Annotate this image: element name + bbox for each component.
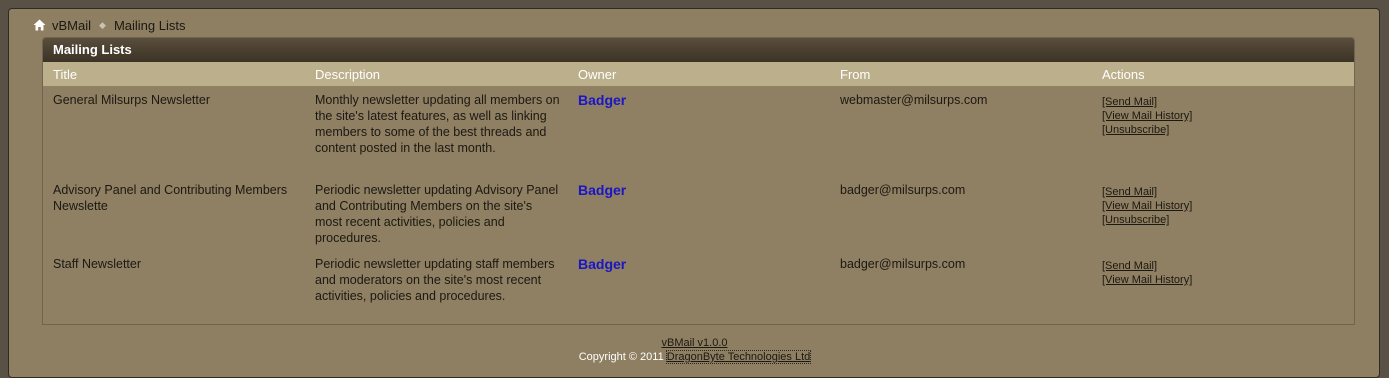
view-mail-history-link[interactable]: [View Mail History] xyxy=(1102,273,1192,287)
from-address: badger@milsurps.com xyxy=(840,257,966,271)
owner-link[interactable]: Badger xyxy=(578,92,626,108)
copyright-line: Copyright © 2011 DragonByte Technologies… xyxy=(0,350,1389,364)
home-icon[interactable] xyxy=(33,19,46,31)
row-actions: [Send Mail] [View Mail History] xyxy=(1102,259,1192,287)
list-title: Staff Newsletter xyxy=(53,257,142,271)
column-header-row: Title Description Owner From Actions xyxy=(43,62,1354,86)
list-description: Periodic newsletter updating Advisory Pa… xyxy=(315,183,559,245)
breadcrumb-vbmail[interactable]: vBMail xyxy=(52,18,91,33)
list-description: Monthly newsletter updating all members … xyxy=(315,93,560,155)
breadcrumb-separator-icon: ◆ xyxy=(99,19,106,30)
view-mail-history-link[interactable]: [View Mail History] xyxy=(1102,109,1192,123)
send-mail-link[interactable]: [Send Mail] xyxy=(1102,95,1192,109)
from-address: webmaster@milsurps.com xyxy=(840,93,988,107)
row-actions: [Send Mail] [View Mail History] [Unsubsc… xyxy=(1102,95,1192,137)
list-description: Periodic newsletter updating staff membe… xyxy=(315,257,555,303)
view-mail-history-link[interactable]: [View Mail History] xyxy=(1102,199,1192,213)
column-header-title: Title xyxy=(53,67,78,82)
row-actions: [Send Mail] [View Mail History] [Unsubsc… xyxy=(1102,185,1192,227)
list-title: Advisory Panel and Contributing Members … xyxy=(53,183,288,213)
breadcrumb-current: Mailing Lists xyxy=(113,17,186,33)
column-header-owner: Owner xyxy=(578,67,617,82)
copyright-text: Copyright © 2011 xyxy=(578,351,664,363)
send-mail-link[interactable]: [Send Mail] xyxy=(1102,259,1192,273)
column-header-description: Description xyxy=(315,67,381,82)
list-title: General Milsurps Newsletter xyxy=(53,93,210,107)
mailing-lists-panel: Mailing Lists Title Description Owner Fr… xyxy=(42,37,1355,325)
version-link[interactable]: vBMail v1.0.0 xyxy=(661,337,727,349)
footer: vBMail v1.0.0 Copyright © 2011 DragonByt… xyxy=(0,336,1389,364)
owner-link[interactable]: Badger xyxy=(578,256,626,272)
owner-link[interactable]: Badger xyxy=(578,182,626,198)
unsubscribe-link[interactable]: [Unsubscribe] xyxy=(1102,213,1192,227)
column-header-actions: Actions xyxy=(1102,67,1145,82)
company-link[interactable]: DragonByte Technologies Ltd xyxy=(665,350,812,364)
send-mail-link[interactable]: [Send Mail] xyxy=(1102,185,1192,199)
panel-title: Mailing Lists xyxy=(43,38,1354,62)
breadcrumb: vBMail ◆ Mailing Lists xyxy=(33,16,185,34)
unsubscribe-link[interactable]: [Unsubscribe] xyxy=(1102,123,1192,137)
column-header-from: From xyxy=(840,67,871,82)
from-address: badger@milsurps.com xyxy=(840,183,966,197)
